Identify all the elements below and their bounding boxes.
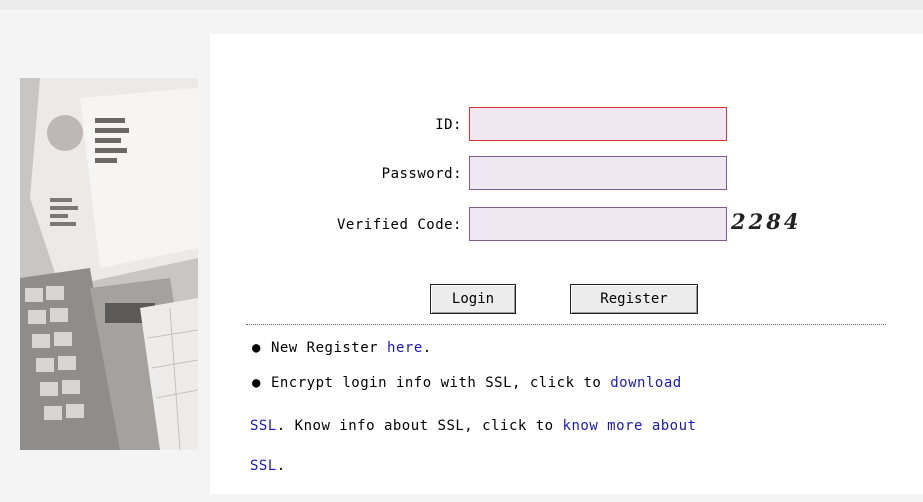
- captcha-image: 2284: [731, 209, 802, 234]
- info-line-ssl-3: SSL.: [250, 458, 286, 474]
- ssl-know-text: . Know info about SSL, click to: [276, 418, 554, 434]
- info-line-ssl: ● Encrypt login info with SSL, click to d…: [250, 375, 682, 391]
- bullet-icon: ●: [252, 340, 261, 356]
- ssl-text: Encrypt login info with SSL, click to: [270, 375, 602, 391]
- bullet-icon: ●: [252, 375, 261, 391]
- info-line-register: ● New Register here.: [250, 340, 432, 356]
- info-line-ssl-2: SSL. Know info about SSL, click to know …: [250, 418, 696, 434]
- id-input[interactable]: [469, 107, 727, 141]
- divider: [246, 324, 886, 325]
- id-label: ID:: [435, 117, 462, 133]
- id-row: ID:: [0, 107, 923, 145]
- password-row: Password:: [0, 156, 923, 194]
- verified-code-label: Verified Code:: [336, 217, 462, 233]
- know-more-ssl-link[interactable]: know more about: [563, 418, 697, 434]
- know-more-ssl-link-continued[interactable]: SSL: [250, 458, 277, 474]
- register-end: .: [422, 340, 432, 356]
- verified-code-row: Verified Code: 2284: [0, 207, 923, 245]
- register-here-link[interactable]: here: [387, 340, 423, 356]
- ssl-end: .: [276, 458, 286, 474]
- download-ssl-link[interactable]: download: [610, 375, 681, 391]
- download-ssl-link-continued[interactable]: SSL: [250, 418, 277, 434]
- top-band: [0, 0, 923, 10]
- password-input[interactable]: [469, 156, 727, 190]
- verified-code-input[interactable]: [469, 207, 727, 241]
- register-text: New Register: [270, 340, 379, 356]
- password-label: Password:: [381, 166, 462, 182]
- register-button[interactable]: Register: [570, 284, 698, 314]
- login-button[interactable]: Login: [430, 284, 516, 314]
